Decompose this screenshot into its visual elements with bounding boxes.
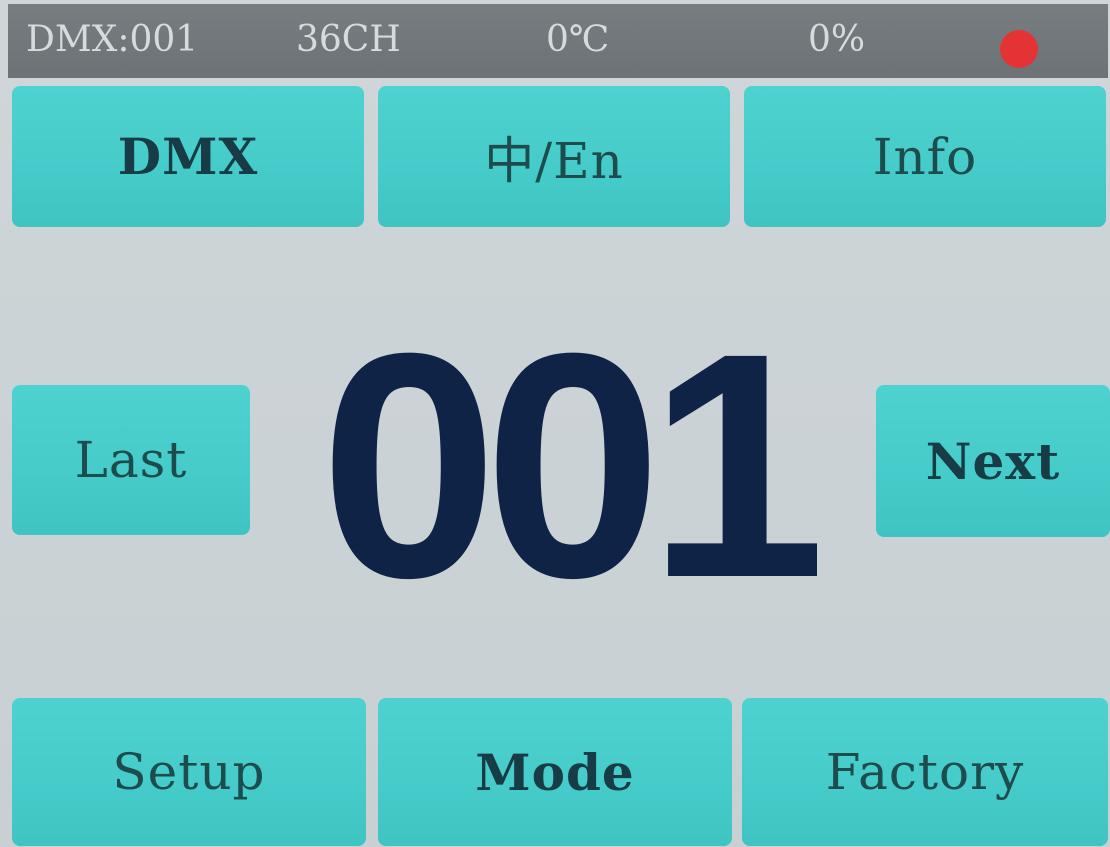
- temperature-status: 0℃: [546, 19, 610, 60]
- setup-button[interactable]: Setup: [12, 698, 366, 846]
- next-button[interactable]: Next: [876, 385, 1110, 537]
- last-button[interactable]: Last: [12, 385, 250, 535]
- dmx-address-value: 001: [320, 286, 826, 644]
- status-indicator-icon: [1000, 30, 1038, 68]
- dmx-button[interactable]: DMX: [12, 86, 364, 227]
- status-bar: DMX:001 36CH 0℃ 0%: [8, 4, 1108, 78]
- percent-status: 0%: [808, 19, 866, 60]
- factory-button[interactable]: Factory: [742, 698, 1108, 846]
- dmx-address-status: DMX:001: [26, 19, 199, 60]
- info-button[interactable]: Info: [744, 86, 1106, 227]
- device-screen: DMX:001 36CH 0℃ 0% DMX 中/En Info Last 00…: [0, 0, 1110, 847]
- mode-button[interactable]: Mode: [378, 698, 732, 846]
- language-toggle-button[interactable]: 中/En: [378, 86, 730, 227]
- channel-mode-status: 36CH: [296, 19, 401, 60]
